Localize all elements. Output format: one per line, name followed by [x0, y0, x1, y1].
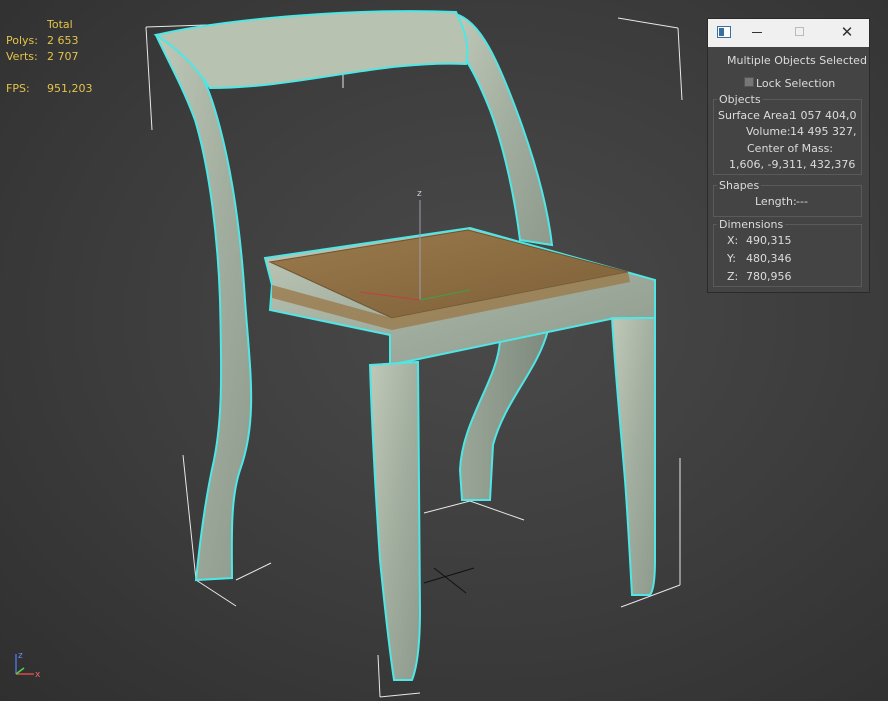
front-right-leg [610, 317, 656, 596]
stats-header: Total [47, 18, 73, 31]
shapes-group-title: Shapes [717, 179, 762, 192]
gizmo-z-label: z [18, 651, 23, 661]
polys-value: 2 653 [47, 34, 79, 47]
length-value: --- [796, 195, 808, 208]
center-of-mass-value: 1,606, -9,311, 432,376 [729, 158, 856, 171]
polys-label: Polys: [6, 34, 38, 47]
pivot-cross [423, 567, 475, 594]
volume-label: Volume: [746, 125, 791, 138]
dimension-z-label: Z: [727, 270, 739, 283]
dimension-x-value: 490,315 [746, 234, 792, 247]
axis-tripod-icon: z x [15, 651, 41, 680]
dimensions-group-title: Dimensions [717, 218, 786, 231]
verts-value: 2 707 [47, 50, 79, 63]
window-icon [717, 26, 731, 38]
left-back-post [154, 33, 253, 582]
surface-area-value: 1 057 404,05 [790, 109, 856, 122]
panel-titlebar[interactable]: ✕ [708, 19, 869, 47]
dimension-y-label: Y: [727, 252, 736, 265]
surface-area-label: Surface Area: [718, 109, 793, 122]
center-of-mass-label: Center of Mass: [747, 142, 834, 155]
measure-panel[interactable]: ✕ Multiple Objects Selected Lock Selecti… [707, 18, 870, 293]
maximize-icon[interactable] [795, 27, 804, 36]
top-back-rail [153, 10, 469, 90]
front-left-leg [368, 360, 422, 681]
gizmo-x-label: x [35, 670, 41, 680]
length-label: Length: [755, 195, 797, 208]
panel-heading: Multiple Objects Selected [727, 54, 867, 67]
back-right-leg [458, 328, 550, 501]
minimize-icon[interactable] [752, 32, 762, 33]
lock-selection-checkbox[interactable] [744, 77, 754, 87]
right-back-post [453, 12, 554, 247]
dimension-z-value: 780,956 [746, 270, 792, 283]
dimension-y-value: 480,346 [746, 252, 792, 265]
close-icon[interactable]: ✕ [838, 23, 856, 41]
fps-label: FPS: [6, 82, 30, 95]
dimension-x-label: X: [727, 234, 739, 247]
fps-value: 951,203 [47, 82, 93, 95]
verts-label: Verts: [6, 50, 38, 63]
volume-value: 14 495 327,9 [790, 125, 856, 138]
lock-selection-label[interactable]: Lock Selection [756, 77, 835, 90]
pivot-axis-label: z [417, 189, 422, 199]
objects-group-title: Objects [717, 93, 763, 106]
